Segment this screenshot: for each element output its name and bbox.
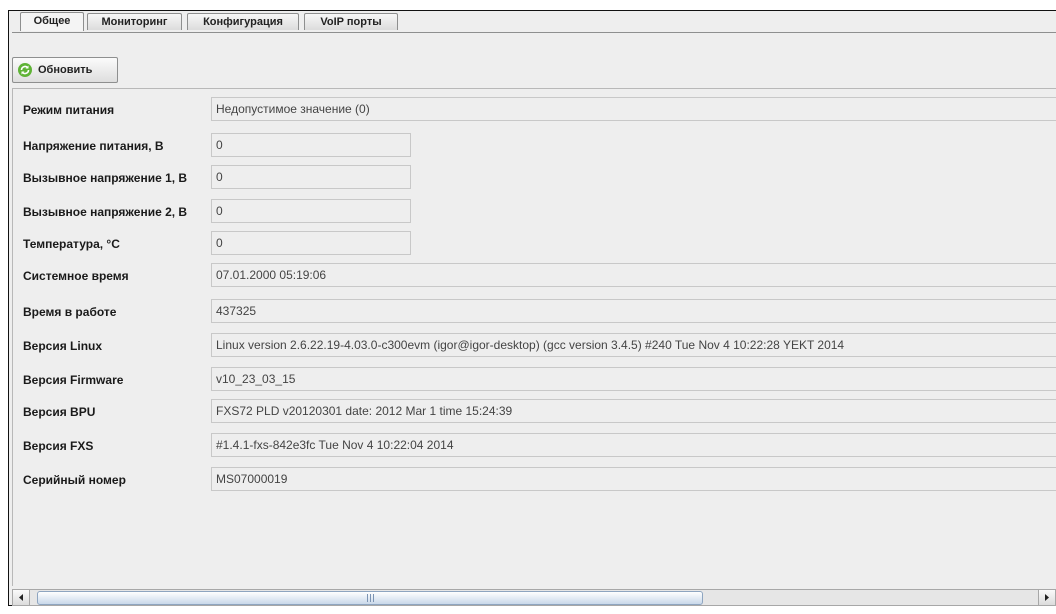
row-label: Версия Firmware: [23, 373, 124, 387]
row-label: Режим питания: [23, 103, 115, 117]
temperature-field: 0: [211, 231, 411, 255]
info-row: Серийный номер MS07000019: [13, 467, 1056, 493]
info-row: Температура, °С 0: [13, 231, 1056, 257]
row-label: Вызывное напряжение 1, В: [23, 171, 188, 185]
row-label: Системное время: [23, 269, 129, 283]
row-label: Вызывное напряжение 2, В: [23, 205, 188, 219]
info-row: Напряжение питания, В 0: [13, 133, 1056, 159]
row-label: Версия FXS: [23, 439, 94, 453]
ring-voltage-1-field: 0: [211, 165, 411, 189]
info-row: Вызывное напряжение 2, В 0: [13, 199, 1056, 225]
row-label: Напряжение питания, В: [23, 139, 164, 153]
tab-monitoring[interactable]: Мониторинг: [87, 13, 182, 30]
supply-voltage-field: 0: [211, 133, 411, 157]
scroll-left-button[interactable]: [13, 590, 30, 605]
info-row: Время в работе 437325: [13, 299, 1056, 325]
info-row: Системное время 07.01.2000 05:19:06: [13, 263, 1056, 289]
uptime-field: 437325: [211, 299, 1056, 323]
scroll-right-button[interactable]: [1038, 590, 1055, 605]
firmware-version-field: v10_23_03_15: [211, 367, 1056, 391]
horizontal-scrollbar[interactable]: [12, 589, 1056, 606]
system-time-field: 07.01.2000 05:19:06: [211, 263, 1056, 287]
tab-divider: [12, 32, 1056, 33]
row-label: Серийный номер: [23, 473, 126, 487]
linux-version-field: Linux version 2.6.22.19-4.03.0-c300evm (…: [211, 333, 1056, 357]
tab-voip-ports[interactable]: VoIP порты: [304, 13, 398, 30]
row-label: Температура, °С: [23, 237, 120, 251]
refresh-button-label: Обновить: [38, 64, 93, 76]
row-label: Время в работе: [23, 305, 117, 319]
scrollbar-thumb[interactable]: [37, 591, 703, 605]
info-row: Версия FXS #1.4.1-fxs-842e3fc Tue Nov 4 …: [13, 433, 1056, 459]
info-row: Версия Linux Linux version 2.6.22.19-4.0…: [13, 333, 1056, 359]
arrow-right-icon: [1045, 594, 1049, 601]
refresh-button[interactable]: Обновить: [12, 57, 118, 83]
info-panel: Режим питания Недопустимое значение (0) …: [12, 88, 1056, 586]
power-mode-field: Недопустимое значение (0): [211, 97, 1056, 121]
info-row: Версия Firmware v10_23_03_15: [13, 367, 1056, 393]
tab-configuration[interactable]: Конфигурация: [187, 13, 299, 30]
bpu-version-field: FXS72 PLD v20120301 date: 2012 Mar 1 tim…: [211, 399, 1056, 423]
info-row: Версия BPU FXS72 PLD v20120301 date: 201…: [13, 399, 1056, 425]
row-label: Версия Linux: [23, 339, 103, 353]
tab-general[interactable]: Общее: [20, 12, 84, 31]
refresh-icon: [18, 63, 32, 77]
info-row: Вызывное напряжение 1, В 0: [13, 165, 1056, 191]
arrow-left-icon: [19, 594, 23, 601]
serial-number-field: MS07000019: [211, 467, 1056, 491]
grip-icon: [367, 594, 374, 602]
ring-voltage-2-field: 0: [211, 199, 411, 223]
info-row: Режим питания Недопустимое значение (0): [13, 97, 1056, 123]
row-label: Версия BPU: [23, 405, 96, 419]
fxs-version-field: #1.4.1-fxs-842e3fc Tue Nov 4 10:22:04 20…: [211, 433, 1056, 457]
